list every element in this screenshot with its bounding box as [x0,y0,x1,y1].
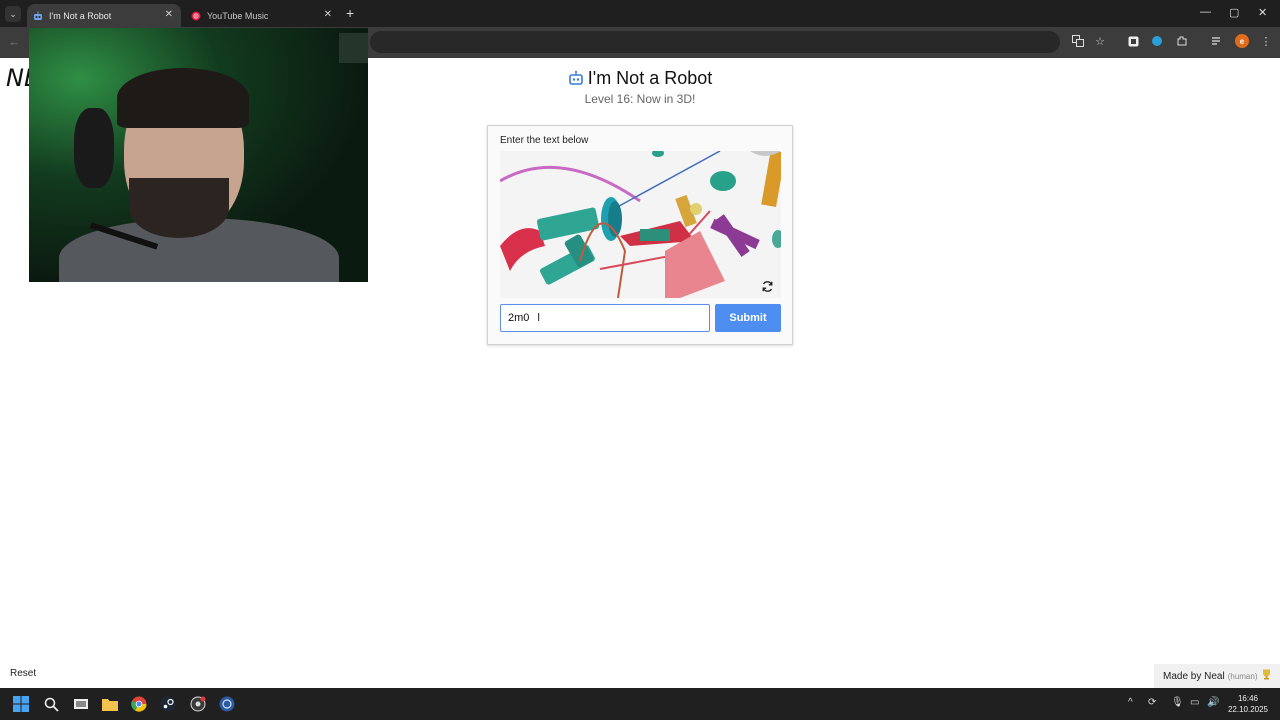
obs-recording-icon[interactable] [189,695,207,713]
media-controls-icon[interactable] [1210,34,1224,48]
close-window-button[interactable]: ✕ [1258,6,1267,19]
captcha-panel: Enter the text below 2m0 Ⅰ Submit [487,125,793,345]
page-title-text: I'm Not a Robot [587,68,713,88]
chrome-icon[interactable] [130,695,148,713]
search-icon[interactable] [42,695,60,713]
extension-icon[interactable] [1126,34,1140,48]
extension-blue-icon[interactable] [1150,34,1164,48]
volume-icon[interactable]: 🔊 [1207,697,1219,708]
browser-tab-strip: ⌄ I'm Not a Robot ✕ YouTube Music ✕ + — … [0,0,1280,27]
minimize-button[interactable]: — [1200,6,1211,18]
back-button[interactable]: ← [8,34,21,49]
microphone-icon[interactable]: 🎙 [1171,697,1184,708]
made-by-badge[interactable]: Made by Neal (human) [1154,664,1280,688]
windows-start-icon[interactable] [12,695,30,713]
menu-kebab-icon[interactable]: ⋮ [1259,34,1273,48]
maximize-button[interactable]: ▢ [1229,6,1239,19]
tab-youtube-music[interactable]: YouTube Music ✕ [185,4,340,27]
webcam-overlay [29,28,368,282]
tray-overflow-icon[interactable]: ^ [1128,697,1133,708]
robot-icon [568,70,584,91]
captcha-instruction: Enter the text below [500,135,589,146]
windows-taskbar: ^ ⟳ 🎙 ▭ 🔊 16:46 22.10.2025 [0,688,1280,720]
system-clock[interactable]: 16:46 22.10.2025 [1222,693,1274,715]
new-tab-button[interactable]: + [346,6,354,20]
clock-date: 22.10.2025 [1227,705,1269,714]
steam-icon[interactable] [159,695,177,713]
tab-search-button[interactable]: ⌄ [5,6,21,22]
task-view-icon[interactable] [72,695,90,713]
clock-time: 16:46 [1237,694,1259,703]
trophy-icon [1262,669,1271,683]
address-bar[interactable] [370,31,1060,53]
translate-icon[interactable] [1071,34,1085,48]
refresh-captcha-icon[interactable] [760,279,774,293]
tab-close-icon[interactable]: ✕ [165,9,173,20]
tab-im-not-a-robot[interactable]: I'm Not a Robot ✕ [27,4,181,27]
captcha-answer-input[interactable] [500,304,710,332]
tab-close-icon[interactable]: ✕ [324,9,332,20]
extensions-puzzle-icon[interactable] [1175,34,1189,48]
reset-link[interactable]: Reset [10,668,36,679]
captcha-3d-image [500,151,781,298]
made-by-text: Made by Neal [1163,670,1225,682]
file-explorer-icon[interactable] [101,695,119,713]
made-by-note: (human) [1227,671,1258,681]
robot-favicon-icon [33,11,43,21]
profile-avatar-icon[interactable]: e [1235,34,1249,48]
app-blue-icon[interactable] [218,695,236,713]
submit-button[interactable]: Submit [715,304,781,332]
bookmark-star-icon[interactable]: ☆ [1093,34,1107,48]
tray-sync-icon[interactable]: ⟳ [1148,697,1156,708]
i-beam-cursor-icon: Ⅰ [537,312,541,324]
youtube-music-favicon-icon [191,11,201,21]
tab-title: YouTube Music [207,10,269,21]
tab-title: I'm Not a Robot [49,10,112,21]
network-icon[interactable]: ▭ [1190,697,1199,708]
